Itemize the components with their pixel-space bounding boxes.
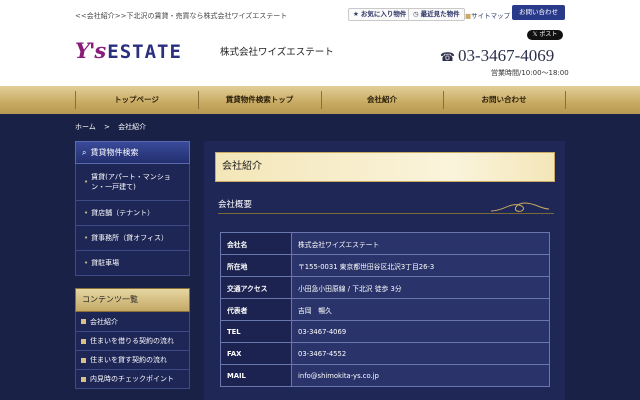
bullet-icon <box>81 376 86 382</box>
section-rule <box>218 213 554 214</box>
recent-label: 最近見た物件 <box>420 10 460 18</box>
phone-text: 03-3467-4069 <box>457 46 555 65</box>
favorites-button[interactable]: ★ お気に入り物件 <box>348 8 412 21</box>
logo-estate: ESTATE <box>107 41 182 63</box>
sidebar-item-residential[interactable]: • 賃貸(アパート・マンション・一戸建て) <box>76 164 189 200</box>
row-value: 吉岡 暢久 <box>291 298 550 321</box>
contents-item-rent-flow[interactable]: 住まいを借りる契約の流れ <box>76 331 189 350</box>
nav-item-search[interactable]: 賃貸物件検索トップ <box>198 86 321 114</box>
company-info-table: 会社名 株式会社ワイズエステート 所在地 〒155-0031 東京都世田谷区北沢3丁… <box>220 232 550 387</box>
sidebar-item-label: 貸駐車場 <box>91 259 120 267</box>
row-label: FAX <box>220 342 292 365</box>
breadcrumb-current: 会社紹介 <box>118 123 147 131</box>
sidebar-item-label: 貸事務所（貸オフィス） <box>91 234 169 242</box>
bullet-icon: • <box>84 209 89 217</box>
global-nav: トップページ 賃貸物件検索トップ 会社紹介 お問い合わせ <box>0 86 640 114</box>
row-label: 代表者 <box>220 298 292 321</box>
bullet-icon <box>81 357 86 363</box>
sidebar-item-parking[interactable]: • 貸駐車場 <box>76 250 189 275</box>
contents-item-label: 住まいを貸す契約の流れ <box>90 356 167 364</box>
row-value: 〒155-0031 東京都世田谷区北沢3丁目26-3 <box>291 254 550 277</box>
row-value: info@shimokita-ys.co.jp <box>291 364 550 387</box>
row-label: 所在地 <box>220 254 292 277</box>
sitemap-label: サイトマップ <box>471 12 511 20</box>
sidebar-item-store[interactable]: • 貸店舗（テナント） <box>76 200 189 225</box>
contents-item-label: 会社紹介 <box>90 317 118 326</box>
star-icon: ★ <box>353 10 359 18</box>
table-row: 代表者 吉岡 暢久 <box>220 298 550 321</box>
breadcrumb-home[interactable]: ホーム <box>75 123 96 131</box>
bullet-icon: • <box>84 234 89 242</box>
nav-item-contact[interactable]: お問い合わせ <box>443 86 565 114</box>
table-row: MAIL info@shimokita-ys.co.jp <box>220 364 550 387</box>
row-value: 03-3467-4552 <box>291 342 550 365</box>
property-search-menu: ⌕ 賃貸物件検索 • 賃貸(アパート・マンション・一戸建て) • 貸店舗（テナント） … <box>75 141 190 276</box>
section-heading: 会社概要 <box>218 200 253 210</box>
contents-item-label: 住まいを借りる契約の流れ <box>90 337 174 345</box>
breadcrumb: ホーム > 会社紹介 <box>75 122 152 132</box>
business-hours: 営業時間/10:00～18:00 <box>491 69 569 77</box>
contents-item-company[interactable]: 会社紹介 <box>76 312 189 331</box>
sidebar-item-label: 貸店舗（テナント） <box>91 209 155 217</box>
phone-icon: ☎ <box>440 50 455 64</box>
search-icon: ⌕ <box>82 148 87 157</box>
row-label: TEL <box>220 320 292 343</box>
company-name: 株式会社ワイズエステート <box>220 47 334 58</box>
row-value: 株式会社ワイズエステート <box>291 232 550 255</box>
header: <<会社紹介>>下北沢の賃貸・売買なら株式会社ワイズエステート ★ お気に入り物件… <box>0 0 640 86</box>
row-label: MAIL <box>220 364 292 387</box>
contents-heading: コンテンツ一覧 <box>75 288 190 312</box>
nav-divider <box>565 91 566 109</box>
sitemap-link[interactable]: ■サイトマップ <box>465 10 510 20</box>
row-label: 会社名 <box>220 232 292 255</box>
page-title: 会社紹介 <box>215 152 555 182</box>
row-label: 交通アクセス <box>220 276 292 299</box>
nav-item-top[interactable]: トップページ <box>75 86 198 114</box>
table-row: 交通アクセス 小田急小田原線 / 下北沢 徒歩 3分 <box>220 276 550 299</box>
bullet-icon <box>81 338 86 344</box>
row-value: 03-3467-4069 <box>291 320 550 343</box>
contents-item-checkpoints[interactable]: 内見時のチェックポイント <box>76 369 189 388</box>
bullet-icon <box>81 319 86 324</box>
phone-number: ☎ 03-3467-4069 <box>440 46 554 66</box>
sidebar-item-office[interactable]: • 貸事務所（貸オフィス） <box>76 225 189 250</box>
row-value: 小田急小田原線 / 下北沢 徒歩 3分 <box>291 276 550 299</box>
table-row: TEL 03-3467-4069 <box>220 320 550 343</box>
table-row: 会社名 株式会社ワイズエステート <box>220 232 550 255</box>
property-search-list: • 賃貸(アパート・マンション・一戸建て) • 貸店舗（テナント） • 貸事務所（貸オ… <box>75 164 190 276</box>
favorites-label: お気に入り物件 <box>360 10 407 18</box>
recent-button[interactable]: ◷ 最近見た物件 <box>408 8 465 21</box>
site-logo[interactable]: Y's ESTATE <box>75 37 182 63</box>
main-content: 会社紹介 会社概要 会社名 株式会社ワイズエステート 所在地 〒155-0031 東… <box>204 141 565 400</box>
table-row: FAX 03-3467-4552 <box>220 342 550 365</box>
breadcrumb-separator: > <box>104 123 110 131</box>
contents-list: 会社紹介 住まいを借りる契約の流れ 住まいを貸す契約の流れ 内見時のチェックポイ… <box>75 312 190 389</box>
contact-button[interactable]: お問い合わせ <box>512 5 565 20</box>
bullet-icon: • <box>84 259 89 267</box>
history-icon: ◷ <box>413 10 419 18</box>
contents-menu: コンテンツ一覧 会社紹介 住まいを借りる契約の流れ 住まいを貸す契約の流れ 内見… <box>75 288 190 389</box>
property-search-title: 賃貸物件検索 <box>90 148 139 157</box>
sidebar-item-label: 賃貸(アパート・マンション・一戸建て) <box>91 173 171 191</box>
site-tagline: <<会社紹介>>下北沢の賃貸・売買なら株式会社ワイズエステート <box>75 12 288 20</box>
contents-item-lease-flow[interactable]: 住まいを貸す契約の流れ <box>76 350 189 369</box>
table-row: 所在地 〒155-0031 東京都世田谷区北沢3丁目26-3 <box>220 254 550 277</box>
logo-ys: Y's <box>75 38 106 63</box>
contents-item-label: 内見時のチェックポイント <box>90 375 174 383</box>
x-post-label: ポスト <box>539 31 558 38</box>
nav-item-company[interactable]: 会社紹介 <box>321 86 443 114</box>
property-search-heading: ⌕ 賃貸物件検索 <box>75 141 190 164</box>
bullet-icon: • <box>84 178 89 186</box>
x-post-button[interactable]: 𝕏 ポスト <box>527 30 563 40</box>
